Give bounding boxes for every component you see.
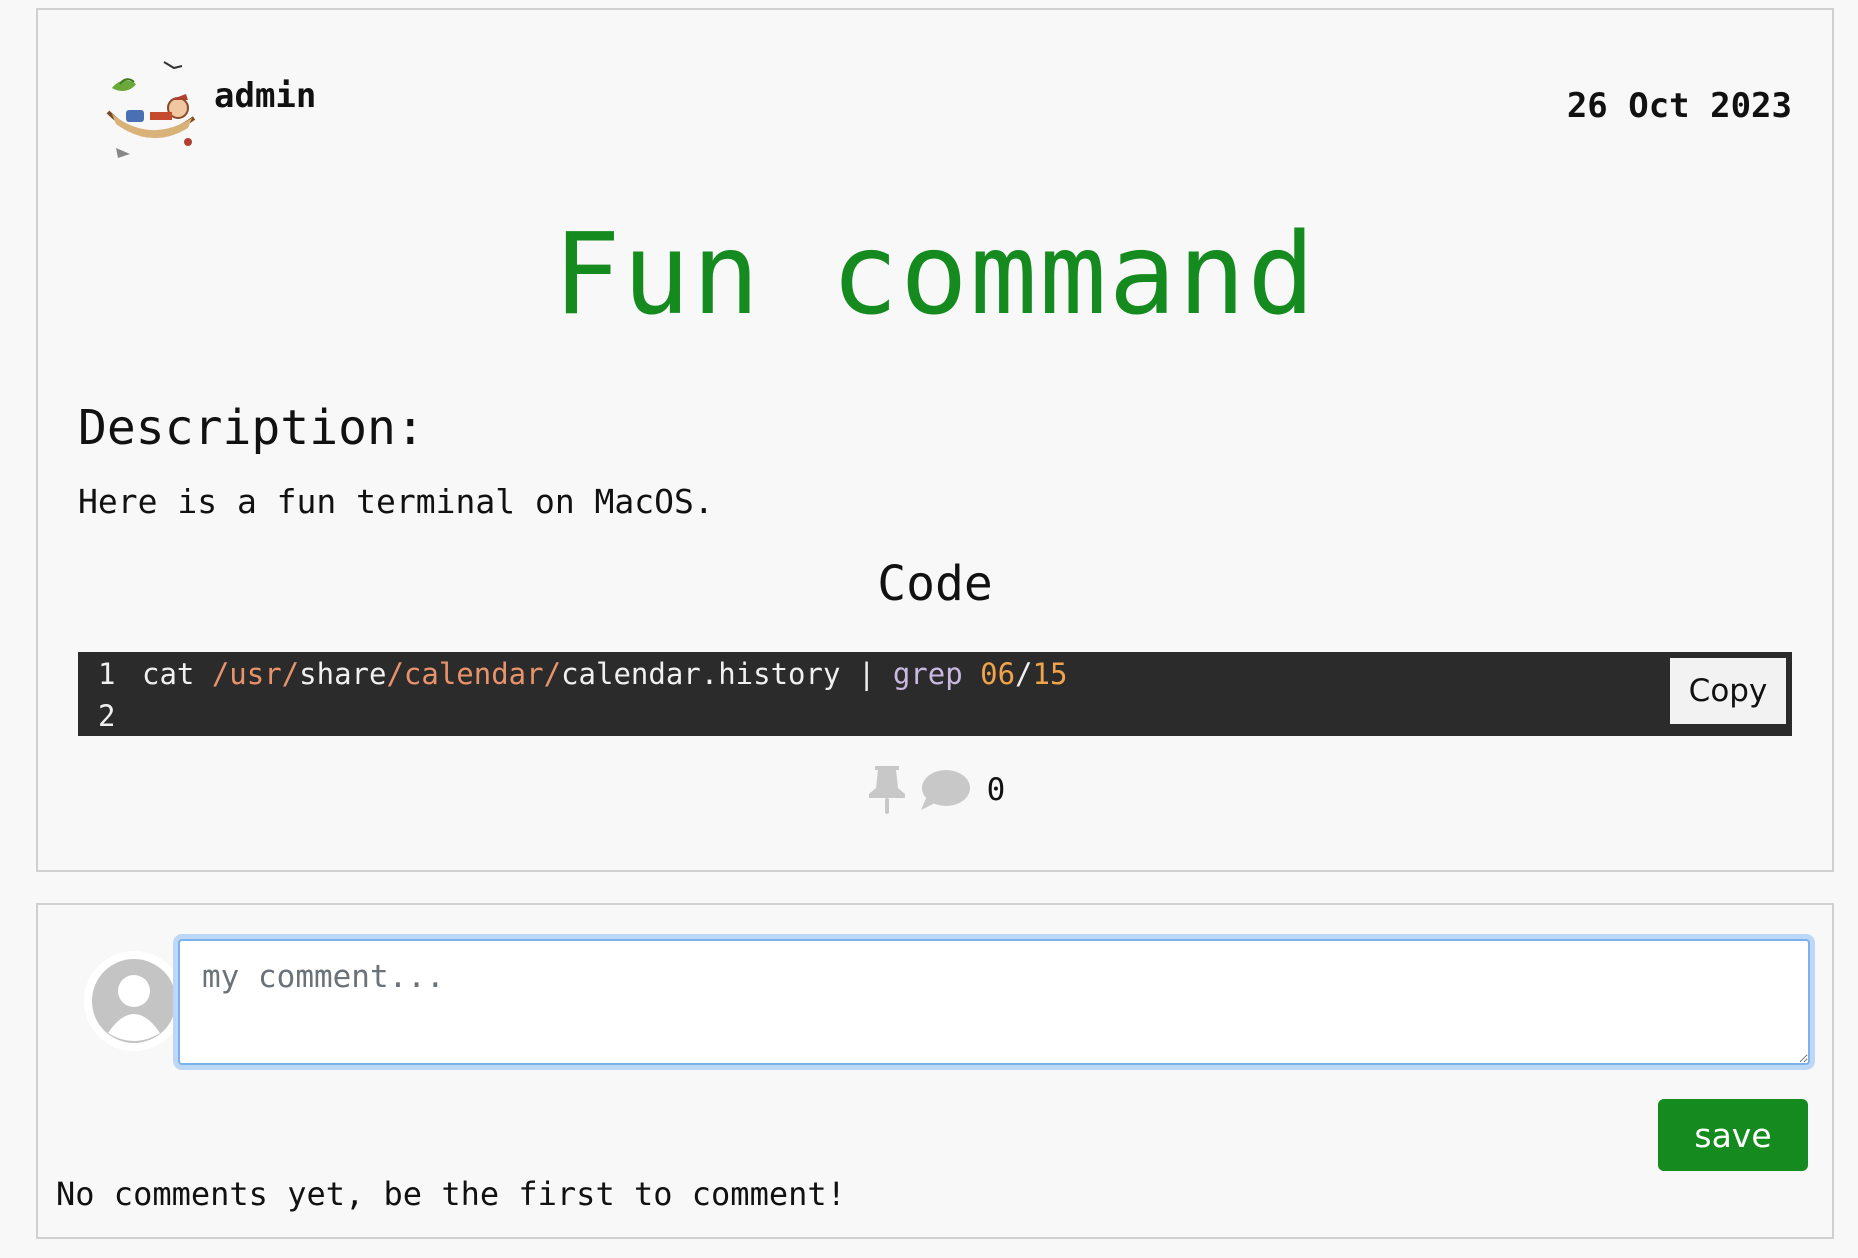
line-number: 1 [98, 657, 116, 691]
code-block: 1 cat /usr/share/calendar/calendar.histor… [78, 652, 1792, 736]
pin-icon[interactable] [865, 764, 909, 816]
code-token: 06 [980, 657, 1016, 691]
save-button[interactable]: save [1658, 1099, 1808, 1171]
code-token: /calendar/ [386, 657, 562, 691]
code-token: 15 [1032, 657, 1068, 691]
code-token: /usr/ [211, 657, 300, 691]
post-card: admin 26 Oct 2023 Fun command Descriptio… [36, 8, 1834, 872]
post-title: Fun command [553, 210, 1317, 340]
code-token: share [299, 657, 387, 691]
user-avatar-icon [84, 951, 184, 1051]
code-token: grep [892, 657, 981, 691]
comment-bubble-icon[interactable] [919, 766, 971, 814]
code-token: cat [142, 657, 212, 691]
code-line: 1 cat /usr/share/calendar/calendar.histor… [98, 654, 1067, 694]
author-name[interactable]: admin [214, 76, 316, 116]
code-heading: Code [877, 556, 993, 612]
comment-count: 0 [986, 772, 1006, 808]
post-author: admin [90, 50, 316, 170]
hammock-avatar-icon [92, 52, 208, 168]
description-text: Here is a fun terminal on MacOS. [78, 482, 714, 521]
no-comments-message: No comments yet, be the first to comment… [56, 1175, 846, 1213]
code-token: / [1015, 657, 1033, 691]
copy-button[interactable]: Copy [1670, 658, 1786, 724]
line-number: 2 [98, 699, 116, 733]
post-stats: 0 [38, 764, 1832, 816]
comment-input[interactable] [178, 939, 1810, 1065]
comment-card: save No comments yet, be the first to co… [36, 903, 1834, 1239]
code-line: 2 [98, 696, 142, 736]
code-content: cat /usr/share/calendar/calendar.history… [142, 657, 1067, 691]
post-date: 26 Oct 2023 [1566, 86, 1792, 126]
code-token: calendar.history | [561, 657, 893, 691]
description-heading: Description: [78, 400, 425, 456]
